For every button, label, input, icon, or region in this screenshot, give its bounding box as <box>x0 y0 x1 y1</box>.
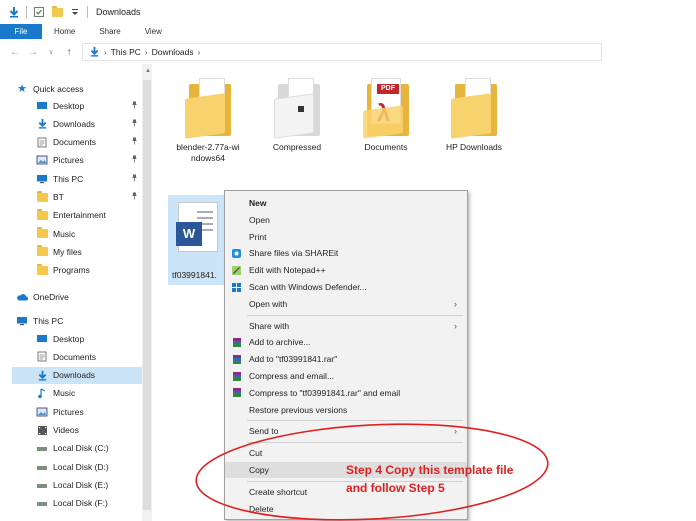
annotation-text-line1: Step 4 Copy this template file <box>346 463 514 477</box>
annotation-text-line2: and follow Step 5 <box>346 481 445 495</box>
annotation-ellipse <box>195 423 549 521</box>
